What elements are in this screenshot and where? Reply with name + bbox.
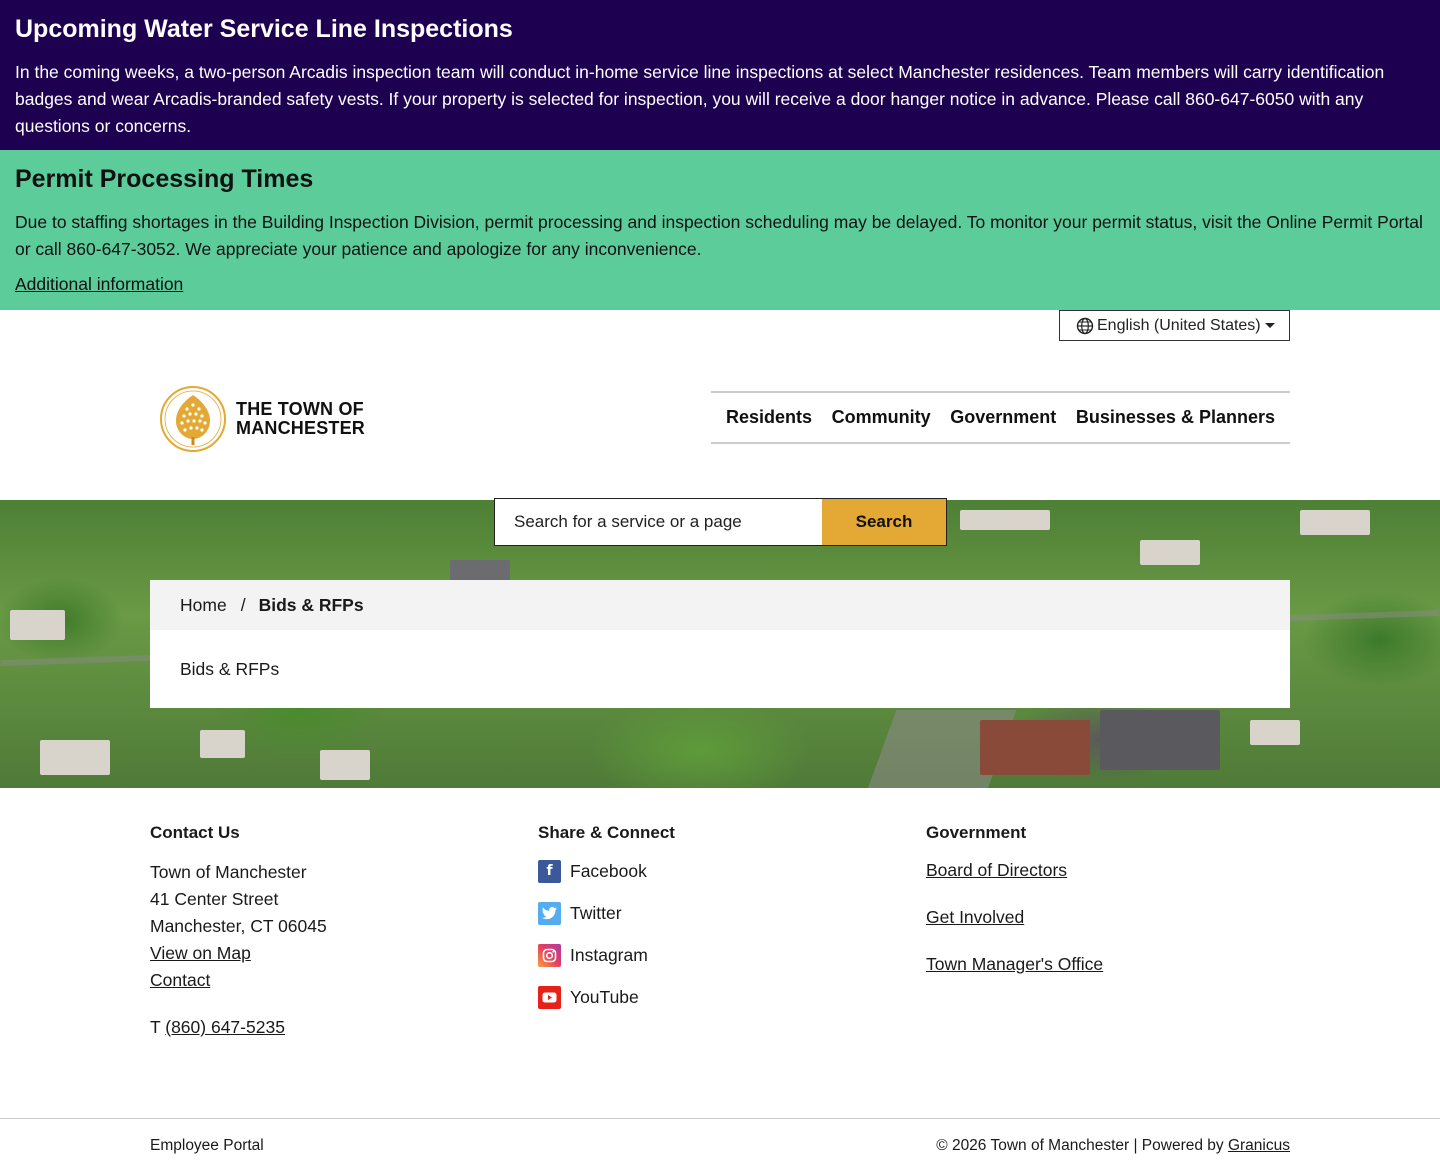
youtube-icon xyxy=(538,985,561,1009)
instagram-link[interactable]: Instagram xyxy=(538,943,675,967)
breadcrumb-separator: / xyxy=(240,594,246,615)
get-involved-link[interactable]: Get Involved xyxy=(926,906,1103,928)
board-of-directors-link[interactable]: Board of Directors xyxy=(926,859,1103,881)
search-button[interactable]: Search xyxy=(822,499,946,545)
copyright: © 2026 Town of Manchester | Powered by G… xyxy=(936,1137,1290,1155)
language-label: English (United States) xyxy=(1097,316,1261,334)
instagram-icon xyxy=(538,943,561,967)
alert-body: In the coming weeks, a two-person Arcadi… xyxy=(15,62,1385,136)
search-input[interactable] xyxy=(495,499,822,545)
alert-title: Permit Processing Times xyxy=(15,165,314,193)
globe-icon xyxy=(1076,317,1094,334)
footer-social: Share & Connect f Facebook Twitter Insta… xyxy=(538,823,675,1027)
youtube-link[interactable]: YouTube xyxy=(538,985,675,1009)
caret-down-icon xyxy=(1265,323,1275,328)
facebook-icon: f xyxy=(538,859,561,883)
alert-body: Due to staffing shortages in the Buildin… xyxy=(15,212,1423,259)
twitter-icon xyxy=(538,901,561,925)
footer-contact: Contact Us Town of Manchester 41 Center … xyxy=(150,823,327,1041)
page-title: Bids & RFPs xyxy=(180,659,280,679)
facebook-link[interactable]: f Facebook xyxy=(538,859,675,883)
footer-government: Government Board of Directors Get Involv… xyxy=(926,823,1103,1000)
nav-community[interactable]: Community xyxy=(832,407,931,428)
page-content: Bids & RFPs xyxy=(150,630,1290,708)
view-on-map-link[interactable]: View on Map xyxy=(150,940,327,967)
contact-street: 41 Center Street xyxy=(150,889,279,909)
footer-heading: Share & Connect xyxy=(538,823,675,842)
phone-prefix: T xyxy=(150,1017,161,1037)
footer-bottom-bar: Employee Portal © 2026 Town of Mancheste… xyxy=(0,1118,1440,1173)
contact-link[interactable]: Contact xyxy=(150,967,327,994)
language-selector[interactable]: English (United States) xyxy=(1059,310,1290,341)
town-logo[interactable]: THE TOWN OF MANCHESTER xyxy=(159,385,365,453)
social-label: Twitter xyxy=(570,902,622,923)
water-inspection-alert: Upcoming Water Service Line Inspections … xyxy=(0,0,1440,150)
footer-heading: Contact Us xyxy=(150,823,240,842)
town-name-line2: MANCHESTER xyxy=(236,418,366,438)
social-label: YouTube xyxy=(570,986,639,1007)
employee-portal-link[interactable]: Employee Portal xyxy=(150,1137,264,1155)
social-label: Instagram xyxy=(570,944,648,965)
town-managers-office-link[interactable]: Town Manager's Office xyxy=(926,953,1103,975)
breadcrumb-home[interactable]: Home xyxy=(180,595,227,616)
nav-government[interactable]: Government xyxy=(950,407,1056,428)
social-label: Facebook xyxy=(570,860,647,881)
nav-residents[interactable]: Residents xyxy=(726,407,812,428)
additional-information-link[interactable]: Additional information xyxy=(15,273,183,295)
granicus-link[interactable]: Granicus xyxy=(1228,1137,1290,1154)
site-search: Search xyxy=(494,498,947,546)
alert-title: Upcoming Water Service Line Inspections xyxy=(15,15,513,43)
nav-businesses-planners[interactable]: Businesses & Planners xyxy=(1076,407,1275,428)
main-navigation: Residents Community Government Businesse… xyxy=(711,391,1290,444)
town-name-line1: THE TOWN OF xyxy=(236,399,364,419)
breadcrumb-current: Bids & RFPs xyxy=(258,594,364,615)
contact-phone: T (860) 647-5235 xyxy=(150,1014,327,1041)
twitter-link[interactable]: Twitter xyxy=(538,901,675,925)
footer-heading: Government xyxy=(926,823,1027,842)
breadcrumb: Home / Bids & RFPs xyxy=(150,580,1290,630)
copyright-text: © 2026 Town of Manchester | Powered by xyxy=(936,1137,1224,1154)
phone-link[interactable]: (860) 647-5235 xyxy=(165,1017,285,1037)
contact-city: Manchester, CT 06045 xyxy=(150,916,327,936)
town-name: THE TOWN OF MANCHESTER xyxy=(236,400,365,438)
contact-name: Town of Manchester xyxy=(150,862,307,882)
manchester-seal-icon xyxy=(160,386,226,452)
permit-processing-alert: Permit Processing Times Due to staffing … xyxy=(0,150,1440,310)
